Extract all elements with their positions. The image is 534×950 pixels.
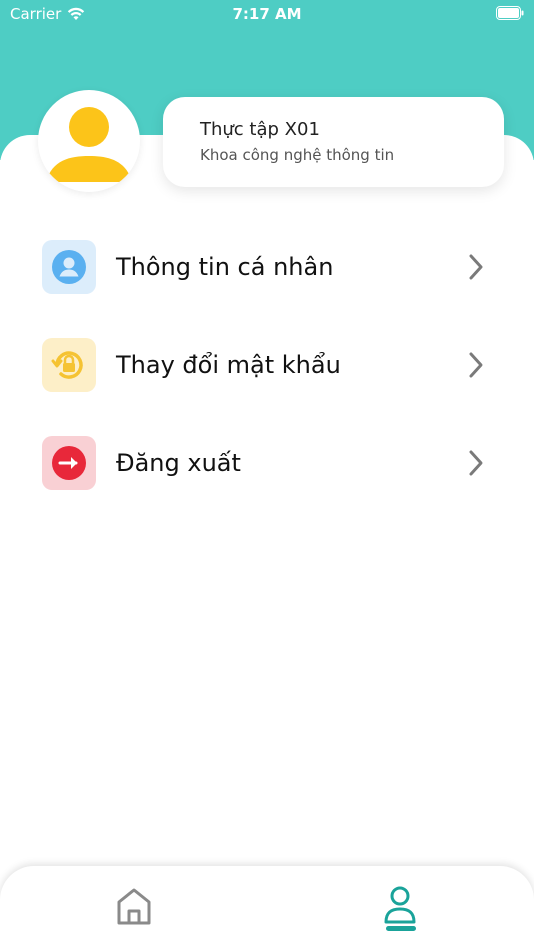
bottom-tab-bar xyxy=(0,866,534,950)
tab-home[interactable] xyxy=(114,884,154,934)
user-circle-icon xyxy=(52,250,86,284)
menu-label-change-password: Thay đổi mật khẩu xyxy=(116,351,341,379)
chevron-right-icon xyxy=(469,450,483,476)
lock-reset-icon xyxy=(51,351,83,379)
menu-item-logout[interactable]: Đăng xuất xyxy=(42,436,492,490)
profile-department: Khoa công nghệ thông tin xyxy=(200,146,395,164)
home-icon xyxy=(117,888,151,925)
chevron-right-icon xyxy=(469,254,483,280)
status-time: 7:17 AM xyxy=(232,5,302,23)
chevron-right-icon xyxy=(469,352,483,378)
menu-label-logout: Đăng xuất xyxy=(116,449,241,477)
menu-label-personal-info: Thông tin cá nhân xyxy=(116,253,334,281)
avatar[interactable] xyxy=(38,90,140,192)
logout-icon xyxy=(52,446,86,480)
menu-item-personal-info[interactable]: Thông tin cá nhân xyxy=(42,240,492,294)
user-avatar-icon xyxy=(46,107,132,182)
logout-icon-wrap xyxy=(42,436,96,490)
battery-icon xyxy=(496,6,524,20)
personal-info-icon-wrap xyxy=(42,240,96,294)
status-bar: Carrier 7:17 AM xyxy=(0,0,534,28)
active-tab-indicator xyxy=(386,926,416,931)
profile-card: Thực tập X01 Khoa công nghệ thông tin xyxy=(163,97,504,187)
menu-item-change-password[interactable]: Thay đổi mật khẩu xyxy=(42,338,492,392)
profile-name: Thực tập X01 xyxy=(200,119,320,140)
change-password-icon-wrap xyxy=(42,338,96,392)
user-icon xyxy=(384,886,416,924)
